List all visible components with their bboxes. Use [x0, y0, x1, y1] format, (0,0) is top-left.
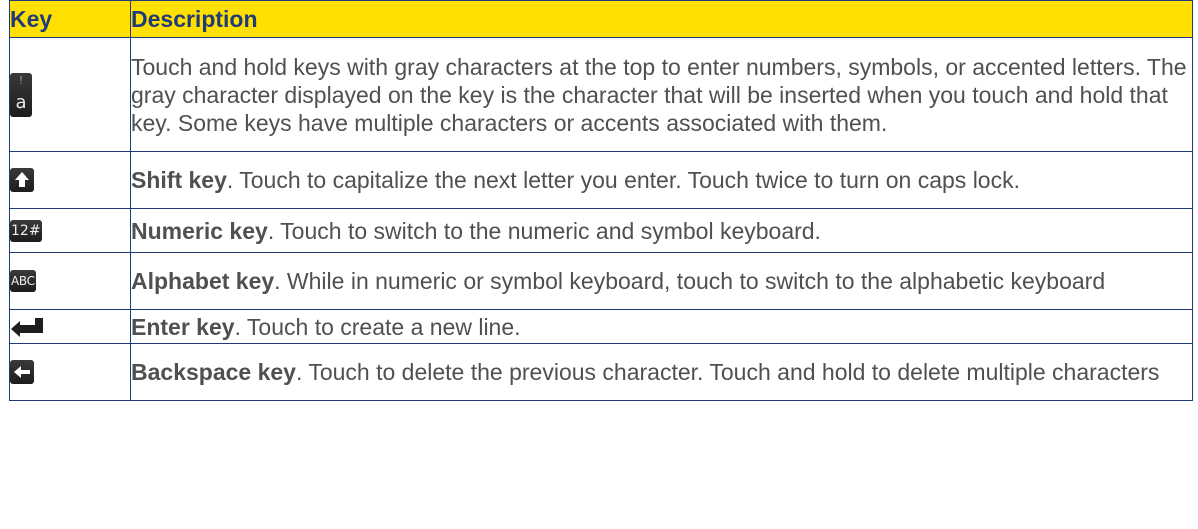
main-character-label: a: [15, 91, 27, 113]
key-name: Enter key: [131, 313, 235, 340]
description-text: . Touch to create a new line.: [234, 313, 521, 340]
keyboard-keys-table: Key Description ! a Touch and hold keys …: [9, 0, 1193, 401]
table-row: Backspace key. Touch to delete the previ…: [9, 343, 1193, 401]
key-name: Shift key: [131, 167, 227, 193]
description-cell: Numeric key. Touch to switch to the nume…: [130, 208, 1193, 253]
description-cell: Shift key. Touch to capitalize the next …: [130, 151, 1193, 209]
backspace-left-arrow-icon: [10, 360, 34, 384]
description-cell: Backspace key. Touch to delete the previ…: [130, 343, 1193, 401]
shift-arrow-up-icon: [10, 168, 34, 192]
key-cell: [9, 309, 131, 344]
table-row: ABC Alphabet key. While in numeric or sy…: [9, 252, 1193, 310]
key-cell: ABC: [9, 252, 131, 310]
key-cell: 12#: [9, 208, 131, 253]
key-name: Alphabet key: [131, 268, 275, 294]
numeric-12-hash-icon: 12#: [10, 219, 42, 242]
table-row: Shift key. Touch to capitalize the next …: [9, 151, 1193, 209]
key-name: Backspace key: [131, 359, 296, 385]
table-row: ! a Touch and hold keys with gray charac…: [9, 37, 1193, 152]
description-text: Touch and hold keys with gray characters…: [131, 53, 1187, 136]
key-name: Numeric key: [131, 217, 268, 244]
description-text: . Touch to switch to the numeric and sym…: [267, 217, 821, 244]
enter-return-arrow-icon: [10, 316, 44, 338]
description-text: . Touch to delete the previous character…: [295, 359, 1160, 385]
header-row: Key Description: [9, 0, 1193, 38]
description-cell: Enter key. Touch to create a new line.: [130, 309, 1193, 344]
description-text: . While in numeric or symbol keyboard, t…: [274, 268, 1106, 294]
key-cell: ! a: [9, 37, 131, 152]
alphabet-abc-icon: ABC: [10, 270, 36, 292]
key-cell: [9, 151, 131, 209]
table-row: 12# Numeric key. Touch to switch to the …: [9, 208, 1193, 253]
table-row: Enter key. Touch to create a new line.: [9, 309, 1193, 344]
header-description: Description: [130, 0, 1193, 38]
gray-character-a-key-icon: ! a: [10, 72, 32, 117]
key-cell: [9, 343, 131, 401]
description-text: . Touch to capitalize the next letter yo…: [226, 167, 1020, 193]
header-key: Key: [9, 0, 131, 38]
description-cell: Alphabet key. While in numeric or symbol…: [130, 252, 1193, 310]
description-cell: Touch and hold keys with gray characters…: [130, 37, 1193, 152]
gray-character-label: !: [18, 73, 24, 87]
